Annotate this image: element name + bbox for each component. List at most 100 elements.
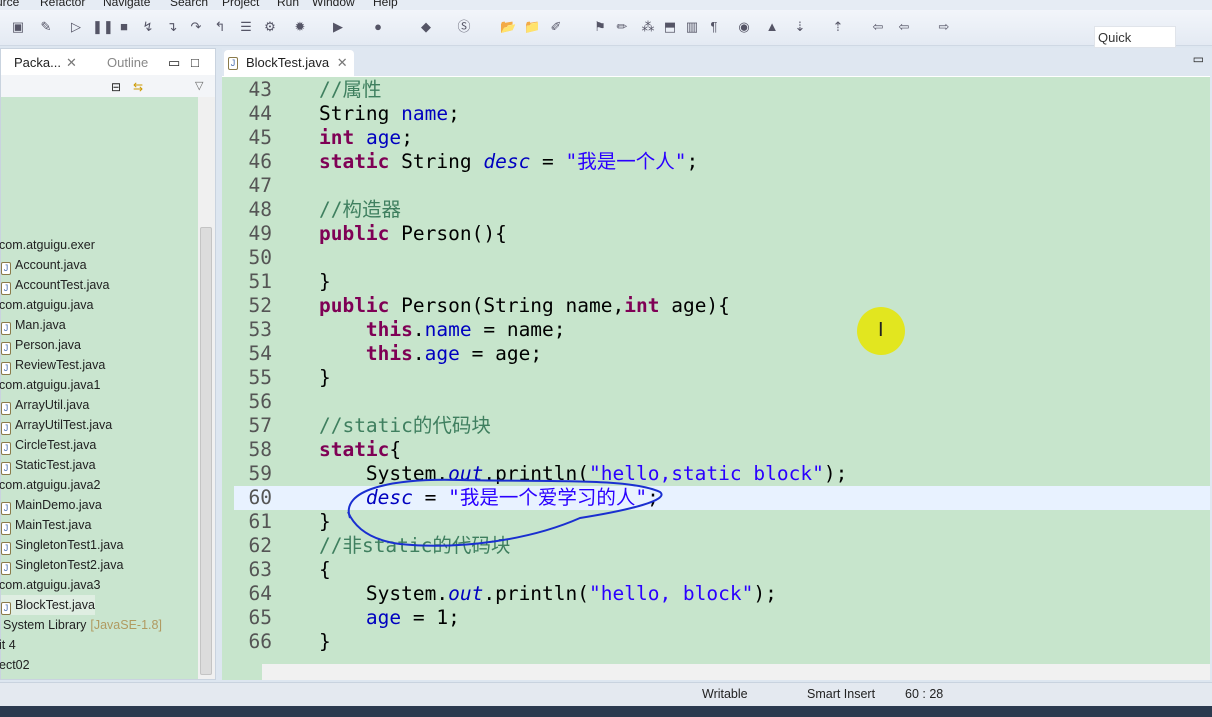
link-editor-icon[interactable]: ⇆ <box>133 80 143 94</box>
minimize-icon[interactable]: ▭ <box>168 55 180 71</box>
toolbar-button-icon[interactable]: ✏ <box>614 19 630 35</box>
tree-item[interactable]: ect02 <box>0 655 30 675</box>
menu-4[interactable]: Project <box>222 0 259 9</box>
code-line[interactable]: 51 } <box>234 270 1210 294</box>
quick-access-input[interactable]: Quick Access <box>1094 26 1176 60</box>
toolbar-button-icon[interactable]: ◆ <box>418 19 434 35</box>
toolbar-button-icon[interactable]: ↴ <box>164 19 180 35</box>
tree-item[interactable]: J ReviewTest.java <box>1 355 105 375</box>
tree-item[interactable]: J MainDemo.java <box>1 495 102 515</box>
code-line[interactable]: 50 <box>234 246 1210 270</box>
tree-item[interactable]: J SingletonTest2.java <box>1 555 123 575</box>
code-line[interactable]: 48 //构造器 <box>234 198 1210 222</box>
toolbar-button-icon[interactable]: ✹ <box>292 19 308 35</box>
view-menu-icon[interactable]: ▽ <box>195 79 203 92</box>
code-line[interactable]: 43 //属性 <box>234 78 1210 102</box>
tree-item[interactable]: J BlockTest.java <box>1 595 95 615</box>
code-line[interactable]: 54 this.age = age; <box>234 342 1210 366</box>
toolbar-button-icon[interactable]: ✎ <box>38 19 54 35</box>
tree-item[interactable]: J StaticTest.java <box>1 455 96 475</box>
toolbar-button-icon[interactable]: Ⓢ <box>456 19 472 35</box>
toolbar-button-icon[interactable]: ▣ <box>10 19 26 35</box>
toolbar-button-icon[interactable]: ▲ <box>764 19 780 35</box>
toolbar-button-icon[interactable]: ▷ <box>68 19 84 35</box>
toolbar-button-icon[interactable]: ⇨ <box>936 19 952 35</box>
code-line[interactable]: 58 static{ <box>234 438 1210 462</box>
menu-7[interactable]: Help <box>373 0 398 9</box>
tree-item[interactable]: J CircleTest.java <box>1 435 96 455</box>
tree-item[interactable]: J Person.java <box>1 335 81 355</box>
toolbar-button-icon[interactable]: ⇣ <box>792 19 808 35</box>
code-token: static <box>318 150 390 173</box>
code-token: = 1; <box>401 606 460 629</box>
toolbar-button-icon[interactable]: ¶ <box>706 19 722 35</box>
code-line[interactable]: 64 System.out.println("hello, block"); <box>234 582 1210 606</box>
menu-1[interactable]: Refactor <box>40 0 85 9</box>
scrollbar-thumb[interactable] <box>200 227 212 675</box>
tab-outline[interactable]: Outline <box>107 55 148 70</box>
toolbar-button-icon[interactable]: ☰ <box>238 19 254 35</box>
minimize-icon[interactable]: ▭ <box>1193 52 1204 66</box>
maximize-icon[interactable]: □ <box>191 55 199 70</box>
tab-blocktest-java[interactable]: J BlockTest.java ✕ <box>224 50 354 76</box>
code-line[interactable]: 45 int age; <box>234 126 1210 150</box>
code-line[interactable]: 44 String name; <box>234 102 1210 126</box>
toolbar-button-icon[interactable]: ⇦ <box>896 19 912 35</box>
toolbar-button-icon[interactable]: 📁 <box>524 19 540 35</box>
toolbar-button-icon[interactable]: ⚙ <box>262 19 278 35</box>
menu-6[interactable]: Window <box>312 0 355 9</box>
code-line[interactable]: 52 public Person(String name,int age){ <box>234 294 1210 318</box>
tree-item[interactable]: com.atguigu.exer <box>0 235 95 255</box>
toolbar-button-icon[interactable]: ■ <box>116 19 132 35</box>
tree-item[interactable]: J SingletonTest1.java <box>1 535 123 555</box>
tree-item[interactable]: com.atguigu.java2 <box>0 475 100 495</box>
tree-item[interactable]: J AccountTest.java <box>1 275 110 295</box>
toolbar-button-icon[interactable]: ↯ <box>140 19 156 35</box>
code-line[interactable]: 49 public Person(){ <box>234 222 1210 246</box>
tree-item[interactable]: J Account.java <box>1 255 87 275</box>
code-line[interactable]: 57 //static的代码块 <box>234 414 1210 438</box>
tree-item[interactable]: J ArrayUtilTest.java <box>1 415 112 435</box>
tree-item[interactable]: com.atguigu.java3 <box>0 575 100 595</box>
code-line[interactable]: 66 } <box>234 630 1210 654</box>
code-line[interactable]: 53 this.name = name; <box>234 318 1210 342</box>
toolbar-button-icon[interactable]: ↰ <box>212 19 228 35</box>
tree-item[interactable]: J MainTest.java <box>1 515 91 535</box>
menu-3[interactable]: Search <box>170 0 208 9</box>
close-icon[interactable]: ✕ <box>66 55 77 71</box>
menu-0[interactable]: urce <box>0 0 19 9</box>
code-line[interactable]: 47 <box>234 174 1210 198</box>
toolbar-button-icon[interactable]: ⬒ <box>662 19 678 35</box>
tree-item[interactable]: System Library [JavaSE-1.8] <box>3 615 162 635</box>
code-line[interactable]: 65 age = 1; <box>234 606 1210 630</box>
code-line[interactable]: 63 { <box>234 558 1210 582</box>
toolbar-button-icon[interactable]: ↷ <box>188 19 204 35</box>
tree-scrollbar[interactable] <box>198 97 215 679</box>
toolbar-button-icon[interactable]: ◉ <box>736 19 752 35</box>
tree-item[interactable]: com.atguigu.java <box>0 295 94 315</box>
toolbar-button-icon[interactable]: ▥ <box>684 19 700 35</box>
tree-item[interactable]: J ArrayUtil.java <box>1 395 89 415</box>
code-line[interactable]: 55 } <box>234 366 1210 390</box>
horizontal-scrollbar[interactable] <box>262 664 1210 680</box>
collapse-all-icon[interactable]: ⊟ <box>111 80 121 94</box>
tab-package-explorer[interactable]: Packa... <box>14 55 61 70</box>
close-icon[interactable]: ✕ <box>337 55 348 70</box>
toolbar-button-icon[interactable]: ⇦ <box>870 19 886 35</box>
tree-item[interactable]: com.atguigu.java1 <box>0 375 100 395</box>
toolbar-button-icon[interactable]: ▶ <box>330 19 346 35</box>
toolbar-button-icon[interactable]: ✐ <box>548 19 564 35</box>
code-editor[interactable]: 43 //属性 44 String name; 45 int age; 46 stat… <box>222 76 1210 680</box>
code-line[interactable]: 46 static String desc = "我是一个人"; <box>234 150 1210 174</box>
tree-item[interactable]: it 4 <box>0 635 16 655</box>
toolbar-button-icon[interactable]: ● <box>370 19 386 35</box>
toolbar-button-icon[interactable]: ⇡ <box>830 19 846 35</box>
toolbar-button-icon[interactable]: ❚❚ <box>92 19 114 35</box>
toolbar-button-icon[interactable]: ⁂ <box>640 19 656 35</box>
tree-item[interactable]: J Man.java <box>1 315 66 335</box>
toolbar-button-icon[interactable]: 📂 <box>500 19 516 35</box>
menu-2[interactable]: Navigate <box>103 0 150 9</box>
code-line[interactable]: 56 <box>234 390 1210 414</box>
toolbar-button-icon[interactable]: ⚑ <box>592 19 608 35</box>
menu-5[interactable]: Run <box>277 0 299 9</box>
